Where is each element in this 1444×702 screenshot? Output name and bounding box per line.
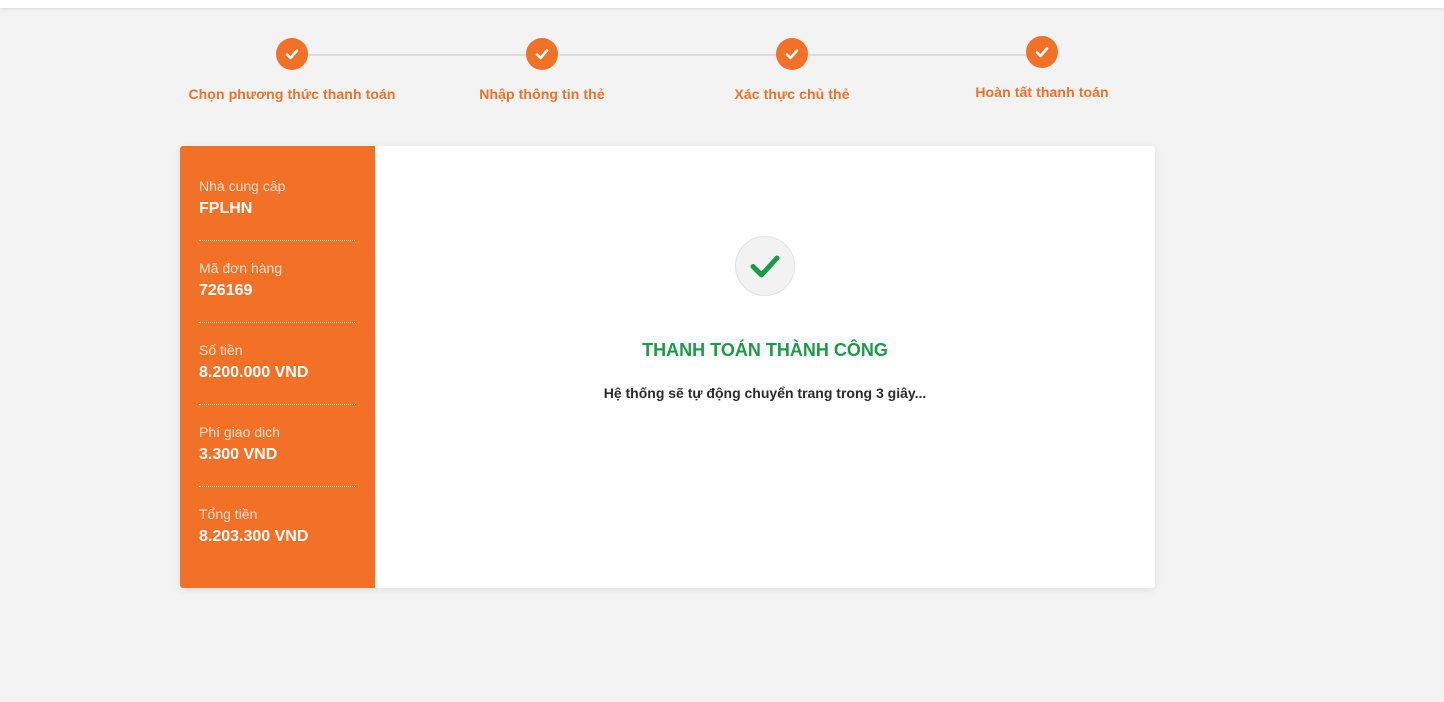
provider-value: FPLHN bbox=[199, 200, 253, 217]
step-label: Nhập thông tin thẻ bbox=[479, 86, 605, 102]
fee-label: Phí giao dịch bbox=[199, 424, 280, 440]
step-label: Xác thực chủ thẻ bbox=[734, 86, 850, 102]
step-check-icon bbox=[1026, 36, 1058, 68]
order-id-info: Mã đơn hàng 726169 bbox=[199, 260, 355, 342]
payment-stepper: Chọn phương thức thanh toán Nhập thông t… bbox=[167, 36, 1167, 118]
step-verify-holder: Xác thực chủ thẻ bbox=[667, 38, 917, 102]
divider bbox=[199, 240, 355, 241]
check-icon bbox=[735, 236, 795, 296]
order-id-label: Mã đơn hàng bbox=[199, 260, 283, 276]
step-enter-card: Nhập thông tin thẻ bbox=[417, 38, 667, 102]
result-panel: THANH TOÁN THÀNH CÔNG Hệ thống sẽ tự độn… bbox=[375, 146, 1155, 588]
redirect-message: Hệ thống sẽ tự động chuyển trang trong 3… bbox=[603, 385, 927, 401]
provider-label: Nhà cung cấp bbox=[199, 178, 286, 194]
top-bar bbox=[0, 0, 1444, 8]
provider-info: Nhà cung cấp FPLHN bbox=[199, 178, 355, 260]
order-summary-panel: Nhà cung cấp FPLHN Mã đơn hàng 726169 Số… bbox=[180, 146, 375, 588]
total-value: 8.203.300 VND bbox=[199, 528, 309, 545]
divider bbox=[199, 404, 355, 405]
divider bbox=[199, 486, 355, 487]
step-check-icon bbox=[276, 38, 308, 70]
step-check-icon bbox=[526, 38, 558, 70]
fee-info: Phí giao dịch 3.300 VND bbox=[199, 424, 355, 506]
amount-label: Số tiền bbox=[199, 342, 243, 358]
step-choose-method: Chọn phương thức thanh toán bbox=[167, 38, 417, 102]
step-complete: Hoàn tất thanh toán bbox=[917, 36, 1167, 100]
payment-result-card: Nhà cung cấp FPLHN Mã đơn hàng 726169 Số… bbox=[180, 146, 1155, 588]
step-label: Chọn phương thức thanh toán bbox=[188, 86, 396, 102]
total-label: Tổng tiền bbox=[199, 506, 258, 522]
step-check-icon bbox=[776, 38, 808, 70]
step-label: Hoàn tất thanh toán bbox=[975, 84, 1109, 100]
success-title: THANH TOÁN THÀNH CÔNG bbox=[642, 340, 888, 360]
total-info: Tổng tiền 8.203.300 VND bbox=[199, 506, 355, 588]
order-id-value: 726169 bbox=[199, 282, 253, 299]
fee-value: 3.300 VND bbox=[199, 446, 278, 463]
divider bbox=[199, 322, 355, 323]
amount-value: 8.200.000 VND bbox=[199, 364, 309, 381]
amount-info: Số tiền 8.200.000 VND bbox=[199, 342, 355, 424]
